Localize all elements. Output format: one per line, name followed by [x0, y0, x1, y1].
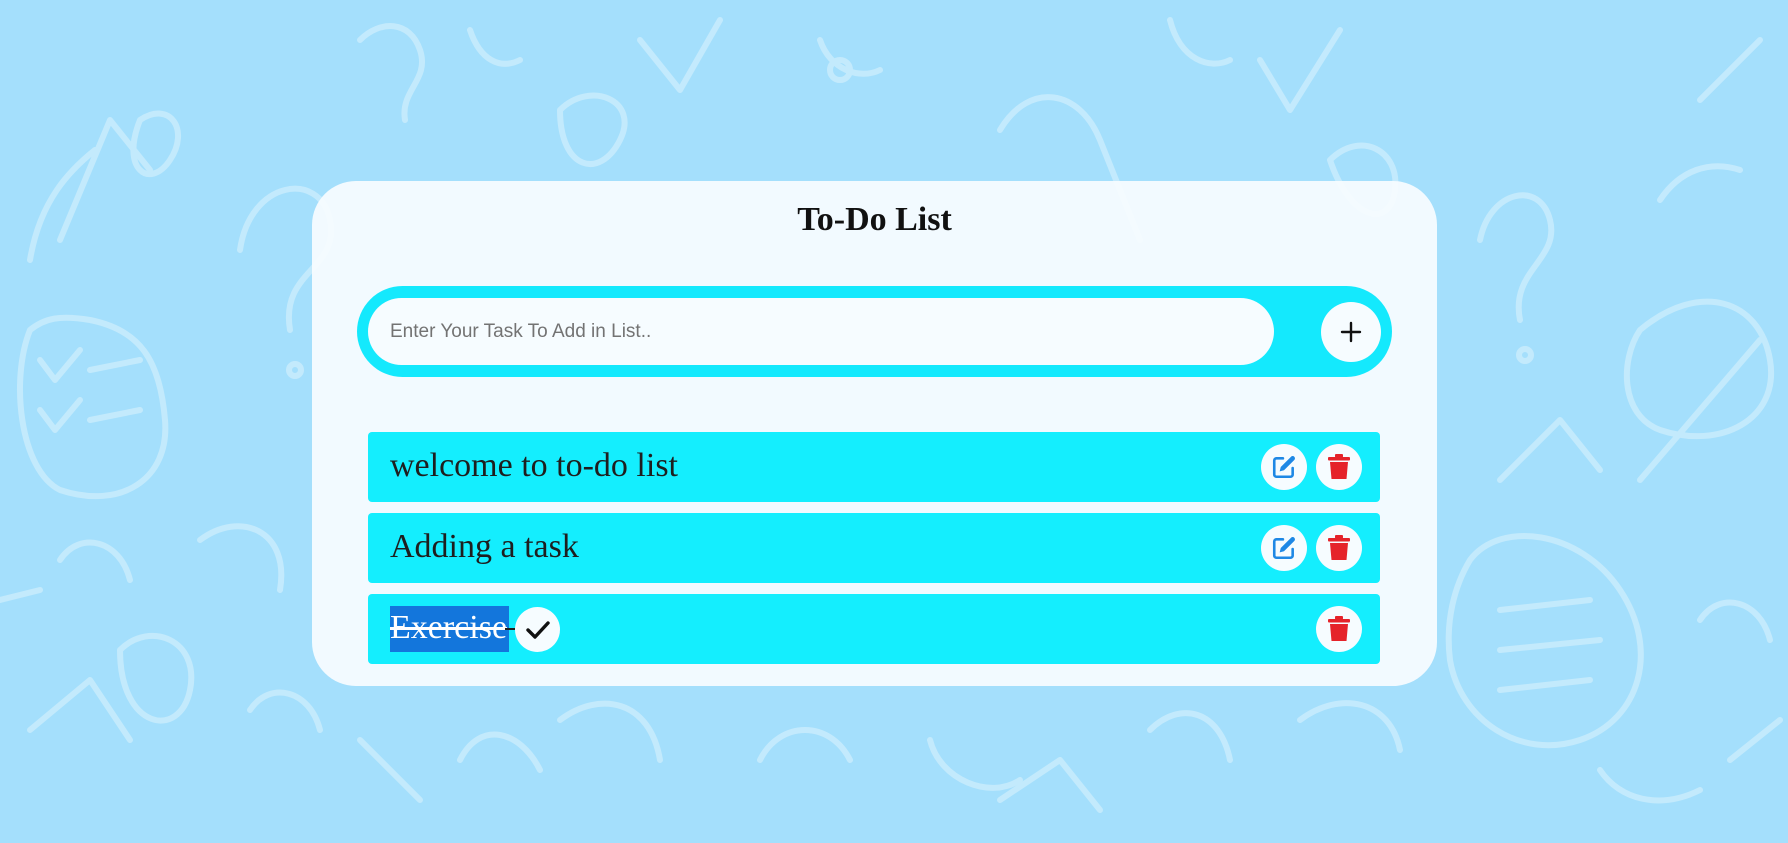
delete-task-button[interactable] [1316, 525, 1362, 571]
task-text: welcome to to-do list [390, 447, 679, 484]
edit-icon [1272, 537, 1295, 560]
task-text: Exercise [390, 606, 510, 652]
task-input[interactable] [368, 298, 1274, 365]
todo-card: To-Do List welcome to to-do list Adding … [312, 181, 1437, 686]
plus-icon [1340, 321, 1362, 343]
delete-task-button[interactable] [1316, 606, 1362, 652]
page-title: To-Do List [797, 201, 952, 238]
check-icon [525, 620, 550, 639]
trash-icon [1328, 616, 1350, 641]
task-item: Adding a task [368, 513, 1380, 583]
add-task-button[interactable] [1321, 302, 1381, 362]
edit-icon [1272, 456, 1295, 479]
task-input-bar [357, 286, 1392, 377]
edit-task-button[interactable] [1261, 525, 1307, 571]
trash-icon [1328, 454, 1350, 479]
task-item-completed: Exercise [368, 594, 1380, 664]
complete-task-button[interactable] [515, 607, 560, 652]
delete-task-button[interactable] [1316, 444, 1362, 490]
trash-icon [1328, 535, 1350, 560]
task-text: Adding a task [390, 528, 579, 565]
edit-task-button[interactable] [1261, 444, 1307, 490]
strike-line [505, 628, 515, 630]
task-item: welcome to to-do list [368, 432, 1380, 502]
